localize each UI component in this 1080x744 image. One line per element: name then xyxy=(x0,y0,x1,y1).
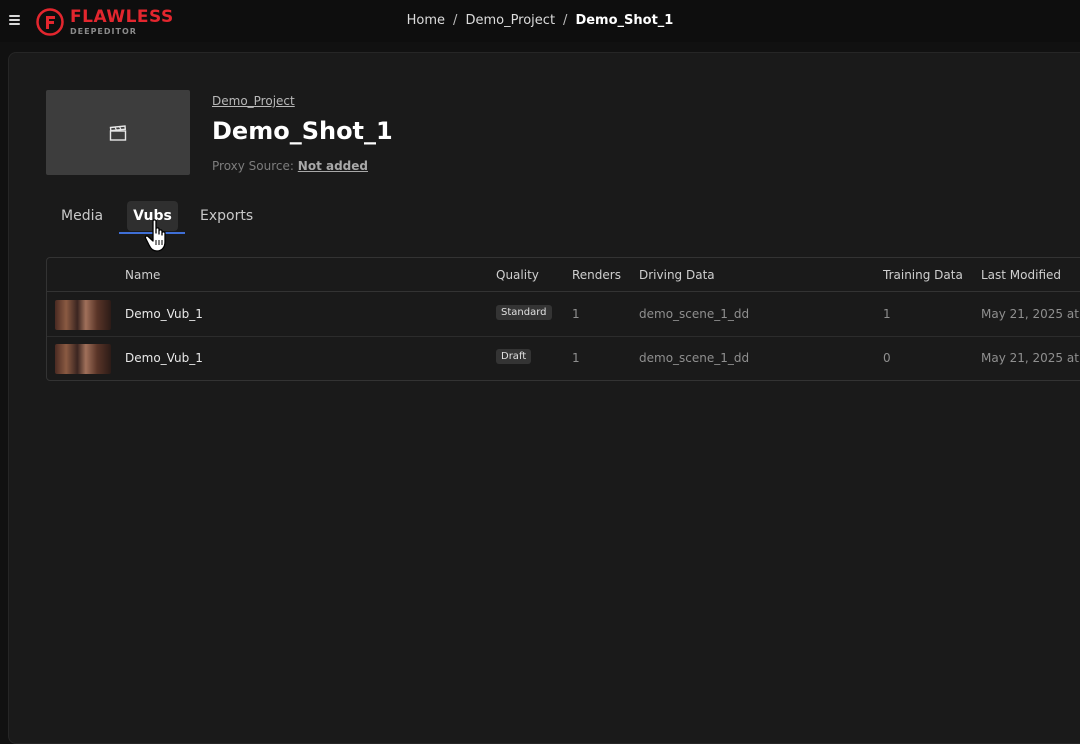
driving-data: demo_scene_1_dd xyxy=(639,351,750,365)
column-header-renders[interactable]: Renders xyxy=(572,268,621,282)
clapperboard-icon xyxy=(109,124,127,141)
project-link[interactable]: Demo_Project xyxy=(212,94,295,108)
tab-media[interactable]: Media xyxy=(61,201,103,231)
driving-data: demo_scene_1_dd xyxy=(639,307,750,321)
vub-thumbnail xyxy=(55,344,111,374)
column-header-name[interactable]: Name xyxy=(125,268,160,282)
column-header-quality[interactable]: Quality xyxy=(496,268,539,282)
column-header-training-data[interactable]: Training Data xyxy=(883,268,963,282)
page-title: Demo_Shot_1 xyxy=(212,117,393,145)
tab-exports[interactable]: Exports xyxy=(200,201,253,231)
last-modified: May 21, 2025 at xyxy=(981,307,1079,321)
proxy-source-link[interactable]: Not added xyxy=(298,159,368,173)
breadcrumb-home[interactable]: Home xyxy=(407,13,445,28)
breadcrumb-separator: / xyxy=(453,13,458,28)
quality-badge: Draft xyxy=(496,349,532,364)
breadcrumb-separator: / xyxy=(563,13,568,28)
logo-subtitle: DEEPEDITOR xyxy=(70,26,137,36)
training-data: 1 xyxy=(883,307,891,321)
tab-vubs[interactable]: Vubs xyxy=(127,201,178,231)
breadcrumb-project[interactable]: Demo_Project xyxy=(465,13,555,28)
table-header: Name Quality Renders Driving Data Traini… xyxy=(47,258,1080,292)
active-tab-indicator xyxy=(119,232,185,234)
column-header-driving-data[interactable]: Driving Data xyxy=(639,268,715,282)
column-header-last-modified[interactable]: Last Modified xyxy=(981,268,1061,282)
shot-thumbnail xyxy=(46,90,190,175)
training-data: 0 xyxy=(883,351,891,365)
table-row[interactable]: Demo_Vub_1 Standard 1 demo_scene_1_dd 1 … xyxy=(47,292,1080,337)
breadcrumb: Home / Demo_Project / Demo_Shot_1 xyxy=(0,13,1080,28)
proxy-source: Proxy Source: Not added xyxy=(212,159,368,173)
quality-badge: Standard xyxy=(496,305,552,320)
renders-count: 1 xyxy=(572,351,580,365)
vubs-table: Name Quality Renders Driving Data Traini… xyxy=(46,257,1080,381)
top-bar: FLAWLESS DEEPEDITOR Home / Demo_Project / De… xyxy=(0,0,1080,42)
vub-name: Demo_Vub_1 xyxy=(125,351,203,365)
vub-thumbnail xyxy=(55,300,111,330)
breadcrumb-current: Demo_Shot_1 xyxy=(575,13,674,28)
table-row[interactable]: Demo_Vub_1 Draft 1 demo_scene_1_dd 0 May… xyxy=(47,336,1080,380)
renders-count: 1 xyxy=(572,307,580,321)
vub-name: Demo_Vub_1 xyxy=(125,307,203,321)
last-modified: May 21, 2025 at xyxy=(981,351,1079,365)
proxy-source-label: Proxy Source: xyxy=(212,159,294,173)
